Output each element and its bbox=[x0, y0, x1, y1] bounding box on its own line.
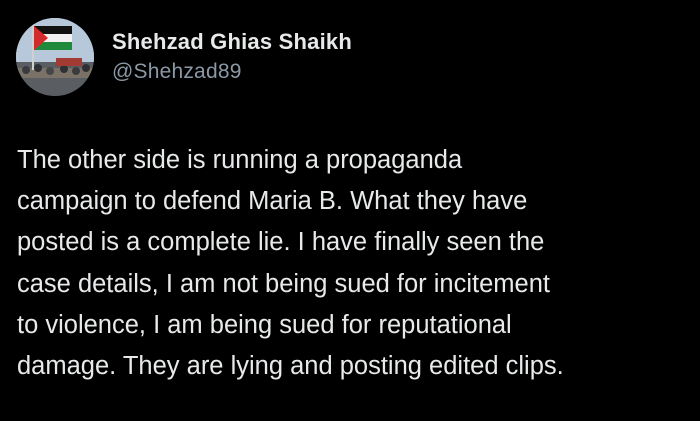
tweet-card: Shehzad Ghias Shaikh @Shehzad89 The othe… bbox=[0, 0, 700, 421]
tweet-text-line: damage. They are lying and posting edite… bbox=[17, 352, 564, 381]
tweet-text: The other side is running a propaganda c… bbox=[17, 140, 697, 387]
profile-photo-icon bbox=[16, 18, 94, 96]
tweet-text-line: posted is a complete lie. I have finally… bbox=[17, 228, 545, 257]
tweet-text-line: campaign to defend Maria B. What they ha… bbox=[17, 187, 528, 216]
tweet-text-line: to violence, I am being sued for reputat… bbox=[17, 310, 512, 339]
tweet-header: Shehzad Ghias Shaikh @Shehzad89 bbox=[16, 18, 352, 96]
avatar[interactable] bbox=[16, 18, 94, 96]
tweet-text-line: case details, I am not being sued for in… bbox=[17, 269, 550, 298]
tweet-text-line: The other side is running a propaganda bbox=[17, 146, 463, 174]
author-display-name[interactable]: Shehzad Ghias Shaikh bbox=[112, 28, 352, 56]
author-handle[interactable]: @Shehzad89 bbox=[112, 58, 352, 86]
author-names: Shehzad Ghias Shaikh @Shehzad89 bbox=[112, 28, 352, 86]
